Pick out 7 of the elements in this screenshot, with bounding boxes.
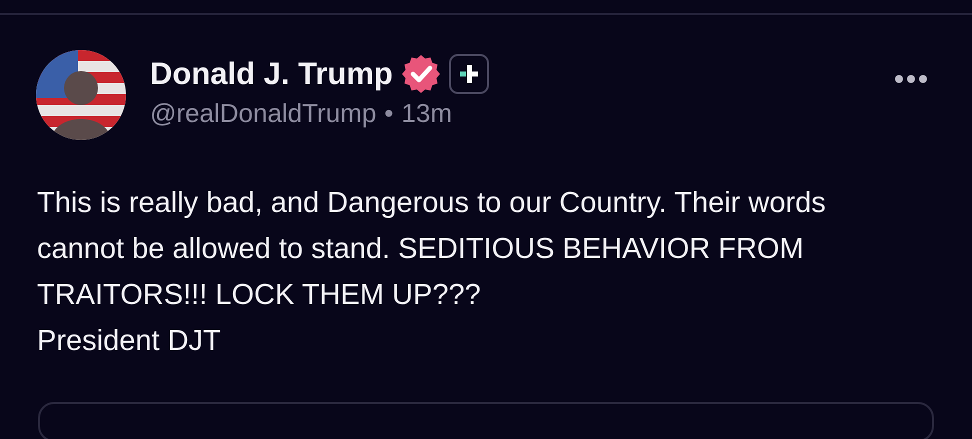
post-time: 13m: [401, 98, 452, 130]
author-name[interactable]: Donald J. Trump: [150, 56, 393, 92]
post-text: This is really bad, and Dangerous to our Country. Their words cannot be allowed to stand. SEDITIOUS BEHAVIOR FROM TRAITORS!!! LOCK THEM UP??? President DJT: [36, 186, 827, 359]
separator: •: [384, 98, 394, 130]
user-handle[interactable]: @realDonaldTrump: [150, 98, 376, 130]
plus-icon: [458, 63, 480, 85]
more-icon[interactable]: [894, 74, 928, 84]
